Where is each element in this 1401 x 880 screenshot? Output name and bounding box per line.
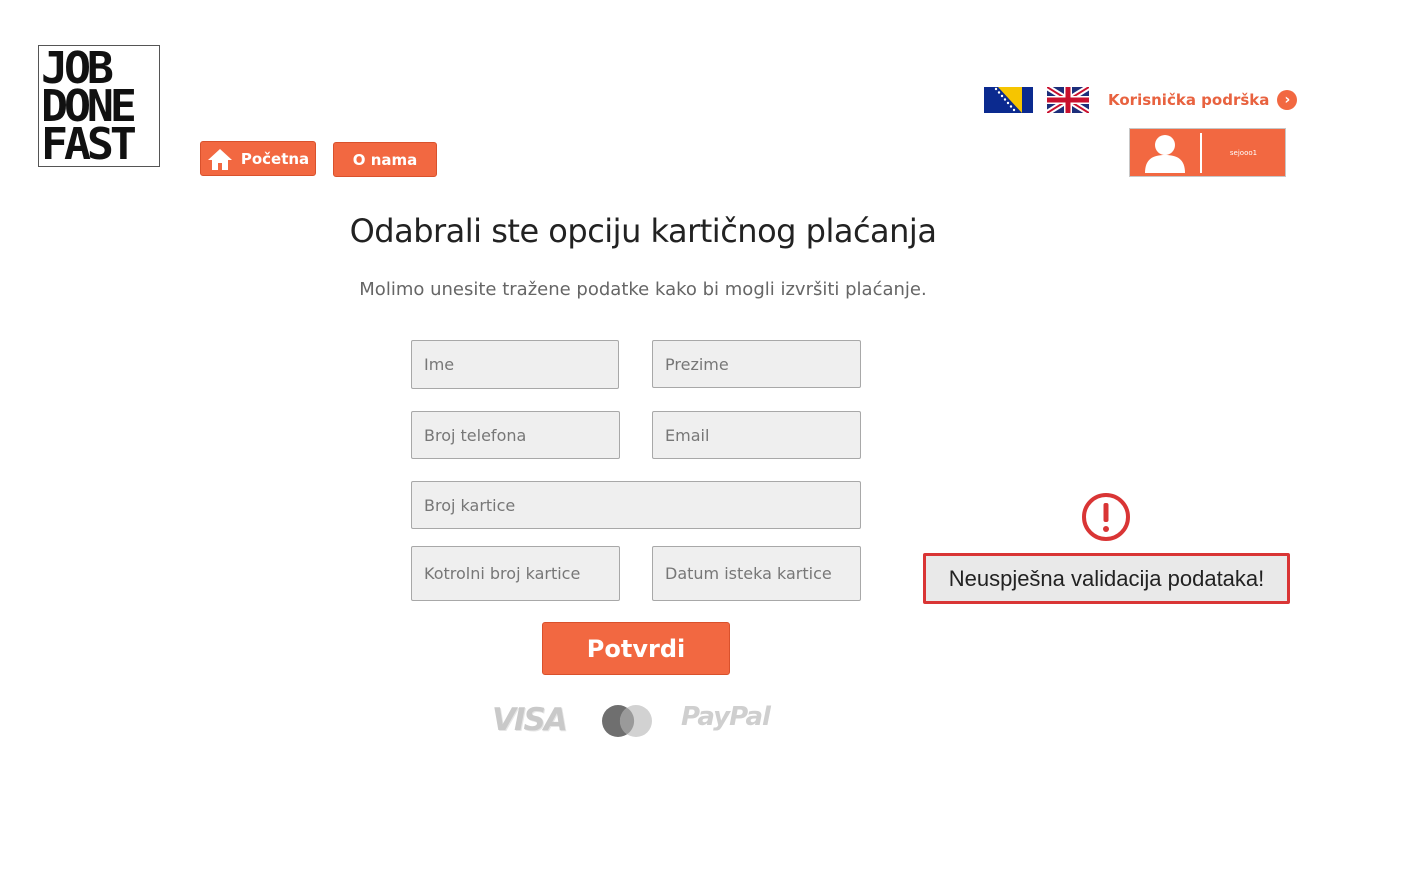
chevron-right-icon: ›: [1277, 90, 1298, 110]
user-account-button[interactable]: sejooo1: [1129, 128, 1286, 177]
paypal-logo: PayPal: [681, 702, 771, 732]
phone-input[interactable]: [411, 411, 620, 459]
mastercard-logo-icon: [600, 703, 654, 739]
visa-logo: VISA: [492, 702, 568, 738]
user-avatar-icon: [1130, 129, 1200, 176]
last-name-input[interactable]: [652, 340, 861, 388]
about-button-label: O nama: [352, 150, 418, 169]
card-expiry-input[interactable]: [652, 546, 861, 601]
card-cvv-input[interactable]: [411, 546, 620, 601]
home-button[interactable]: Početna: [200, 141, 316, 176]
logo-line-3: FAST: [41, 119, 137, 167]
submit-button[interactable]: Potvrdi: [542, 622, 730, 675]
exclamation-circle-icon: [1081, 492, 1131, 542]
username: sejooo1: [1229, 148, 1258, 157]
page-subtitle: Molimo unesite tražene podatke kako bi m…: [359, 279, 927, 300]
email-input[interactable]: [652, 411, 861, 459]
logo[interactable]: JOB DONE FAST: [38, 45, 160, 167]
home-icon: [207, 147, 233, 171]
english-flag-icon[interactable]: [1047, 87, 1089, 113]
bosnian-flag-icon[interactable]: [984, 87, 1033, 113]
validation-error-message: Neuspješna validacija podataka!: [923, 553, 1290, 604]
page-title: Odabrali ste opciju kartičnog plaćanja: [349, 212, 937, 250]
about-button[interactable]: O nama: [333, 142, 437, 177]
support-link[interactable]: Korisnička podrška ›: [1108, 89, 1298, 111]
card-number-input[interactable]: [411, 481, 861, 529]
support-label: Korisnička podrška: [1108, 91, 1270, 109]
home-button-label: Početna: [240, 149, 310, 168]
first-name-input[interactable]: [411, 340, 619, 389]
